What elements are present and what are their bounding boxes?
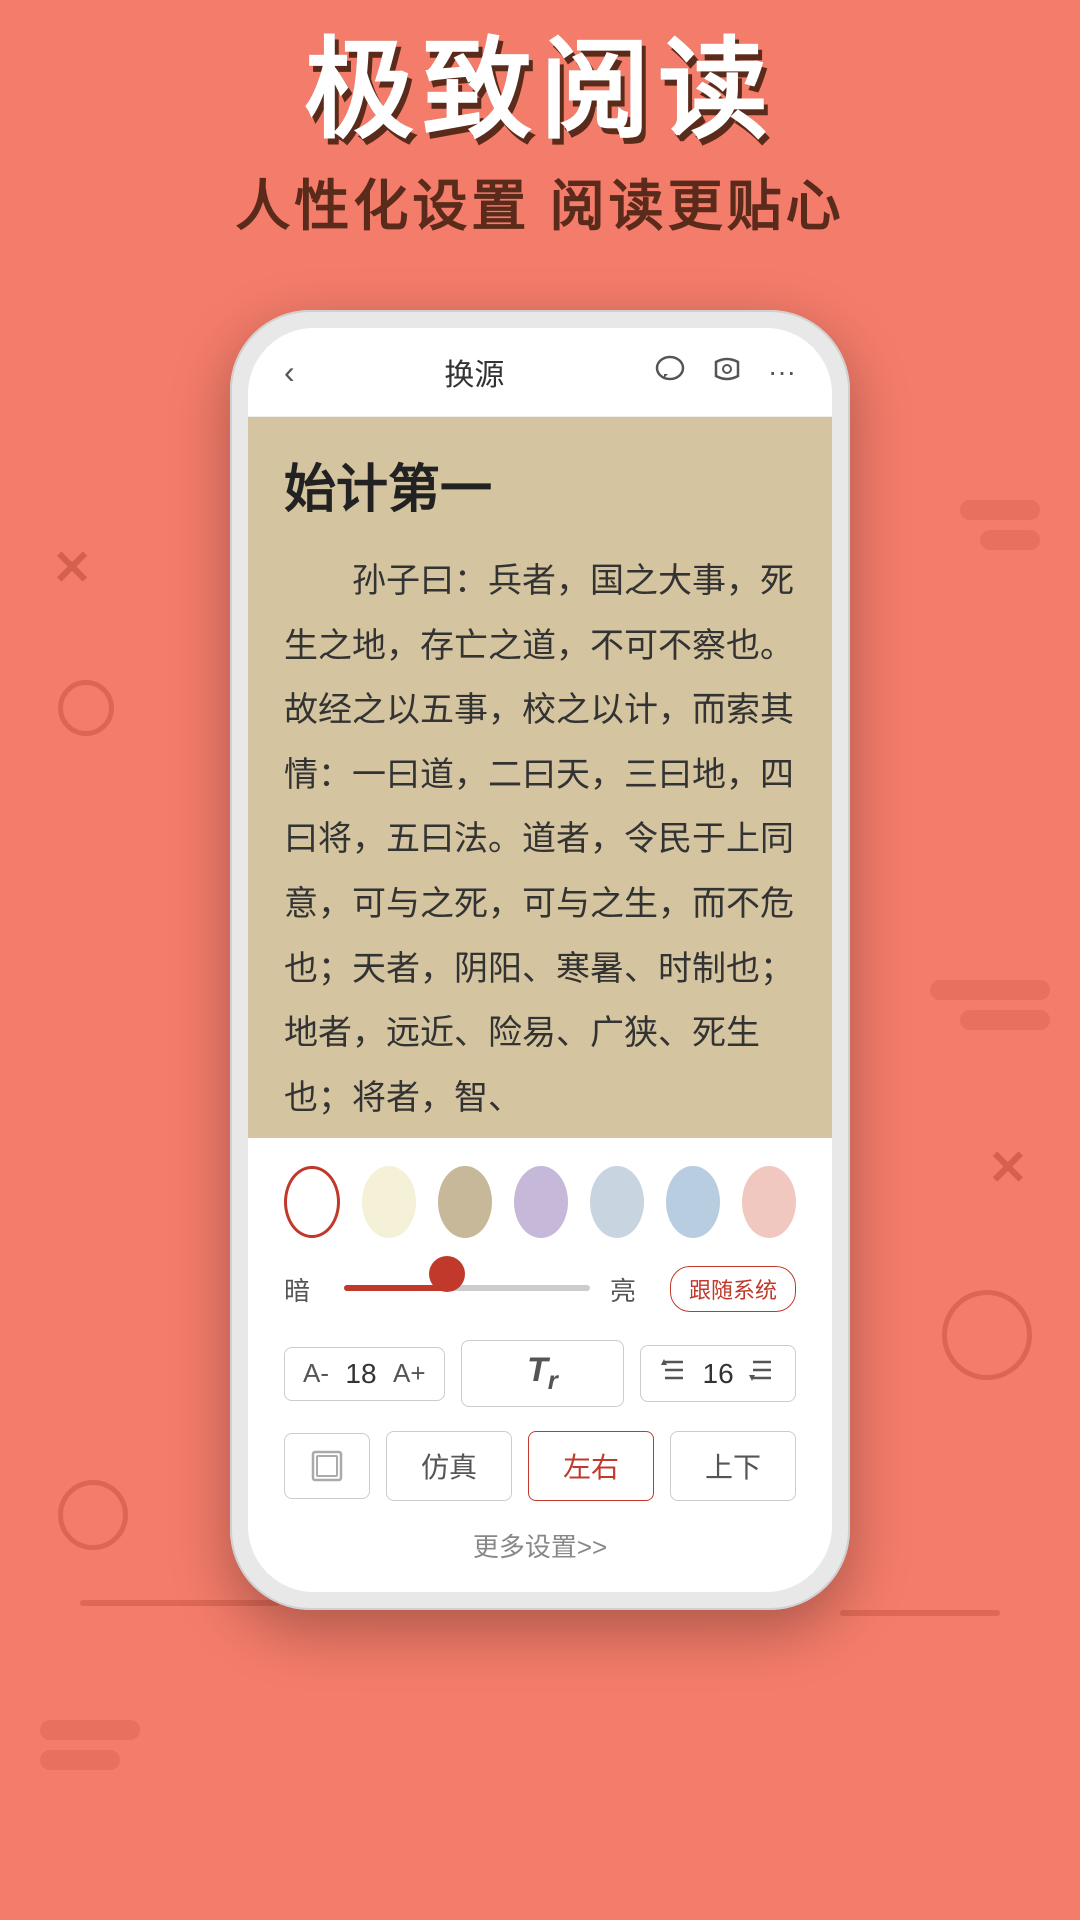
nav-bar: ‹ 换源 ··· <box>248 328 832 417</box>
color-swatch-cream[interactable] <box>362 1166 416 1238</box>
color-swatch-tan[interactable] <box>438 1166 492 1238</box>
deco-wave-2 <box>960 1010 1050 1030</box>
more-settings-link[interactable]: 更多设置>> <box>284 1523 796 1564</box>
light-label: 亮 <box>610 1271 650 1308</box>
deco-x-2: ✕ <box>988 1140 1028 1196</box>
reading-text: 孙子曰：兵者，国之大事，死生之地，存亡之道，不可不察也。故经之以五事，校之以计，… <box>284 550 796 1131</box>
font-row: A- 18 A+ Tr 16 <box>284 1340 796 1407</box>
deco-circle-2 <box>942 1290 1032 1380</box>
main-title: 极致阅读 <box>0 30 1080 151</box>
deco-x-1: ✕ <box>52 540 92 596</box>
phone-mockup: ‹ 换源 ··· 始计第一 孙子曰：兵者，国之大事， <box>230 310 850 1610</box>
font-decrease-button[interactable]: A- <box>303 1358 329 1389</box>
brightness-track <box>344 1285 590 1291</box>
back-button[interactable]: ‹ <box>284 354 295 391</box>
nav-title: 换源 <box>444 350 504 394</box>
font-size-control: A- 18 A+ <box>284 1347 445 1401</box>
brightness-fill <box>344 1285 447 1291</box>
deco-wave-5 <box>40 1720 140 1740</box>
line-spacing-control: 16 <box>640 1345 796 1402</box>
line-spacing-top-icon <box>659 1356 689 1391</box>
line-spacing-bottom-icon <box>747 1356 777 1391</box>
deco-wave-1 <box>930 980 1050 1000</box>
settings-panel: 暗 亮 跟随系统 A- 1 <box>248 1138 832 1592</box>
font-increase-button[interactable]: A+ <box>393 1358 426 1389</box>
phone-inner: ‹ 换源 ··· 始计第一 孙子曰：兵者，国之大事， <box>248 328 832 1592</box>
color-swatch-lavender[interactable] <box>514 1166 568 1238</box>
scroll-mode-button[interactable] <box>284 1433 370 1499</box>
font-type-control[interactable]: Tr <box>461 1340 625 1407</box>
chapter-title: 始计第一 <box>284 447 796 522</box>
ud-mode-button[interactable]: 上下 <box>670 1431 796 1501</box>
line-spacing-value: 16 <box>703 1358 734 1390</box>
mode-row: 仿真 左右 上下 <box>284 1431 796 1501</box>
brightness-thumb <box>429 1256 465 1292</box>
deco-dash-2 <box>840 1610 1000 1616</box>
faux-mode-button[interactable]: 仿真 <box>386 1431 512 1501</box>
audio-icon[interactable] <box>710 354 744 391</box>
deco-wave-3 <box>960 500 1040 520</box>
dark-label: 暗 <box>284 1271 324 1308</box>
header-section: 极致阅读 人性化设置 阅读更贴心 <box>0 30 1080 241</box>
brightness-row: 暗 亮 跟随系统 <box>284 1266 796 1312</box>
color-swatch-sky[interactable] <box>666 1166 720 1238</box>
deco-wave-4 <box>980 530 1040 550</box>
sub-title: 人性化设置 阅读更贴心 <box>0 161 1080 241</box>
brightness-slider[interactable] <box>344 1285 590 1293</box>
deco-circle-3 <box>58 1480 128 1550</box>
font-size-value: 18 <box>343 1358 379 1390</box>
font-type-icon: Tr <box>527 1351 558 1396</box>
color-swatch-blush[interactable] <box>742 1166 796 1238</box>
reading-area[interactable]: 始计第一 孙子曰：兵者，国之大事，死生之地，存亡之道，不可不察也。故经之以五事，… <box>248 417 832 1138</box>
phone-outer: ‹ 换源 ··· 始计第一 孙子曰：兵者，国之大事， <box>230 310 850 1610</box>
color-swatch-white[interactable] <box>284 1166 340 1238</box>
color-row <box>284 1166 796 1238</box>
follow-system-button[interactable]: 跟随系统 <box>670 1266 796 1312</box>
nav-icons: ··· <box>654 354 796 391</box>
deco-wave-6 <box>40 1750 120 1770</box>
more-icon[interactable]: ··· <box>768 356 796 388</box>
deco-circle-1 <box>58 680 114 736</box>
comment-icon[interactable] <box>654 354 686 391</box>
lr-mode-button[interactable]: 左右 <box>528 1431 654 1501</box>
screen-content: ‹ 换源 ··· 始计第一 孙子曰：兵者，国之大事， <box>248 328 832 1592</box>
color-swatch-light-blue[interactable] <box>590 1166 644 1238</box>
